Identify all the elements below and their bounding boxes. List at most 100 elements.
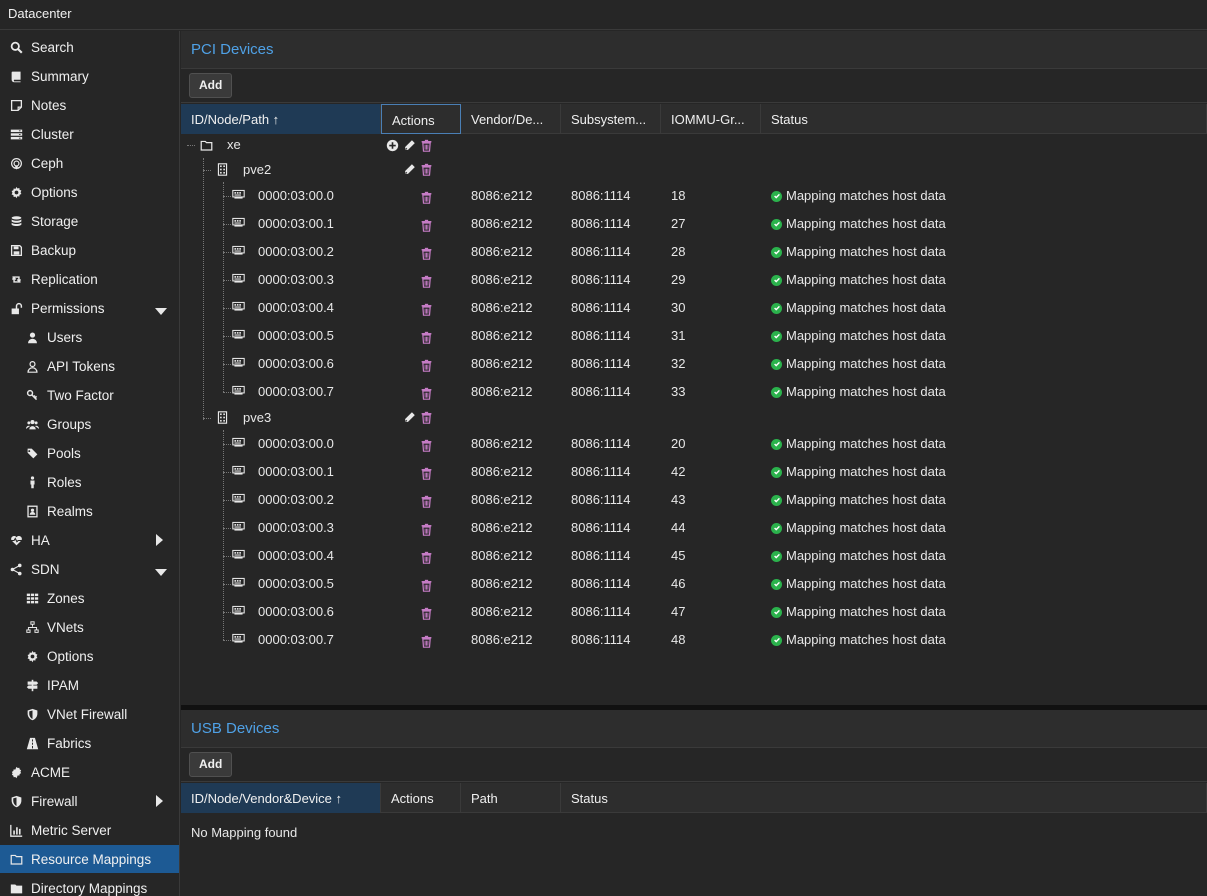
trash-icon[interactable]: [420, 191, 434, 205]
sidebar-item-firewall[interactable]: Firewall: [0, 787, 179, 815]
sidebar-item-notes[interactable]: Notes: [0, 91, 179, 119]
sidebar-item-metric-server[interactable]: Metric Server: [0, 816, 179, 844]
sidebar-item-label: SDN: [31, 561, 60, 577]
sidebar-item-cluster[interactable]: Cluster: [0, 120, 179, 148]
check-circle-icon: [771, 550, 782, 562]
tree-connector: [203, 170, 211, 171]
pci-column-status[interactable]: Status: [761, 104, 1207, 134]
table-row[interactable]: 0000:03:00.0 8086:e212 8086:1114 20 Mapping …: [181, 430, 1207, 458]
pci-add-button[interactable]: Add: [189, 73, 233, 98]
table-row[interactable]: 0000:03:00.1 8086:e212 8086:1114 27 Mapping …: [181, 210, 1207, 238]
sidebar-item-permissions[interactable]: Permissions: [0, 294, 179, 322]
caret-right-icon[interactable]: [156, 534, 164, 549]
sidebar-item-vnets[interactable]: VNets: [0, 613, 179, 641]
subsystem: 8086:1114: [571, 548, 631, 563]
pci-column-subsystem[interactable]: Subsystem...: [561, 104, 661, 134]
trash-icon[interactable]: [420, 579, 434, 593]
usb-column-status[interactable]: Status: [561, 783, 1207, 813]
trash-icon[interactable]: [420, 635, 434, 649]
sidebar-item-options[interactable]: Options: [0, 178, 179, 206]
sidebar-item-ceph[interactable]: Ceph: [0, 149, 179, 177]
sidebar-item-resource-mappings[interactable]: Resource Mappings: [0, 845, 179, 873]
trash-icon[interactable]: [420, 439, 434, 453]
trash-icon[interactable]: [420, 387, 434, 401]
trash-icon[interactable]: [420, 275, 434, 289]
plus-circle-icon[interactable]: [386, 139, 400, 153]
trash-icon[interactable]: [420, 607, 434, 621]
pci-column-iommu-gr[interactable]: IOMMU-Gr...: [661, 104, 761, 134]
pci-column-actions[interactable]: Actions: [381, 104, 461, 134]
status-text: Mapping matches host data: [786, 188, 946, 203]
trash-icon[interactable]: [420, 411, 434, 425]
caret-down-icon[interactable]: [155, 304, 167, 319]
table-row[interactable]: 0000:03:00.3 8086:e212 8086:1114 44 Mapping …: [181, 514, 1207, 542]
sidebar-item-two-factor[interactable]: Two Factor: [0, 381, 179, 409]
trash-icon[interactable]: [420, 495, 434, 509]
sidebar-item-sdn[interactable]: SDN: [0, 555, 179, 583]
sidebar-item-zones[interactable]: Zones: [0, 584, 179, 612]
trash-icon[interactable]: [420, 247, 434, 261]
trash-icon[interactable]: [420, 219, 434, 233]
tree-group-row[interactable]: xe: [181, 132, 1207, 158]
trash-icon[interactable]: [420, 163, 434, 177]
table-row[interactable]: 0000:03:00.6 8086:e212 8086:1114 47 Mapping …: [181, 598, 1207, 626]
table-row[interactable]: 0000:03:00.2 8086:e212 8086:1114 28 Mapping …: [181, 238, 1207, 266]
sidebar-item-acme[interactable]: ACME: [0, 758, 179, 786]
table-row[interactable]: 0000:03:00.4 8086:e212 8086:1114 45 Mapping …: [181, 542, 1207, 570]
trash-icon[interactable]: [420, 551, 434, 565]
pci-column-vendor-de[interactable]: Vendor/De...: [461, 104, 561, 134]
usb-column-actions[interactable]: Actions: [381, 783, 461, 813]
table-row[interactable]: 0000:03:00.0 8086:e212 8086:1114 18 Mapping …: [181, 182, 1207, 210]
pci-card-icon: [232, 188, 246, 202]
table-row[interactable]: 0000:03:00.4 8086:e212 8086:1114 30 Mapping …: [181, 294, 1207, 322]
sidebar-item-groups[interactable]: Groups: [0, 410, 179, 438]
trash-icon[interactable]: [420, 523, 434, 537]
tree-connector: [223, 640, 231, 641]
sidebar-item-pools[interactable]: Pools: [0, 439, 179, 467]
sidebar-item-directory-mappings[interactable]: Directory Mappings: [0, 874, 179, 896]
sidebar-item-backup[interactable]: Backup: [0, 236, 179, 264]
sidebar-item-options[interactable]: Options: [0, 642, 179, 670]
tree-node-row[interactable]: pve3: [181, 406, 1207, 430]
database-icon: [9, 214, 23, 228]
usb-add-button[interactable]: Add: [189, 752, 233, 777]
status-cell: Mapping matches host data: [771, 430, 946, 458]
table-row[interactable]: 0000:03:00.5 8086:e212 8086:1114 31 Mapping …: [181, 322, 1207, 350]
sidebar-item-replication[interactable]: Replication: [0, 265, 179, 293]
table-row[interactable]: 0000:03:00.6 8086:e212 8086:1114 32 Mapping …: [181, 350, 1207, 378]
pci-column-id-node-path[interactable]: ID/Node/Path ↑: [181, 104, 381, 134]
sidebar-item-fabrics[interactable]: Fabrics: [0, 729, 179, 757]
sidebar-item-vnet-firewall[interactable]: VNet Firewall: [0, 700, 179, 728]
table-row[interactable]: 0000:03:00.2 8086:e212 8086:1114 43 Mapping …: [181, 486, 1207, 514]
pci-card-icon: [232, 520, 246, 534]
caret-down-icon[interactable]: [155, 565, 167, 580]
table-row[interactable]: 0000:03:00.5 8086:e212 8086:1114 46 Mapping …: [181, 570, 1207, 598]
status-text: Mapping matches host data: [786, 436, 946, 451]
trash-icon[interactable]: [420, 303, 434, 317]
table-row[interactable]: 0000:03:00.1 8086:e212 8086:1114 42 Mapping …: [181, 458, 1207, 486]
sidebar-item-roles[interactable]: Roles: [0, 468, 179, 496]
sidebar-item-ipam[interactable]: IPAM: [0, 671, 179, 699]
table-row[interactable]: 0000:03:00.7 8086:e212 8086:1114 33 Mapping …: [181, 378, 1207, 406]
pencil-icon[interactable]: [403, 411, 417, 425]
trash-icon[interactable]: [420, 467, 434, 481]
usb-column-path[interactable]: Path: [461, 783, 561, 813]
trash-icon[interactable]: [420, 359, 434, 373]
table-row[interactable]: 0000:03:00.7 8086:e212 8086:1114 48 Mapping …: [181, 626, 1207, 654]
sidebar-item-summary[interactable]: Summary: [0, 62, 179, 90]
device-path: 0000:03:00.4: [258, 300, 334, 315]
sidebar-item-search[interactable]: Search: [0, 33, 179, 61]
sidebar-item-realms[interactable]: Realms: [0, 497, 179, 525]
table-row[interactable]: 0000:03:00.3 8086:e212 8086:1114 29 Mapping …: [181, 266, 1207, 294]
usb-column-id-node-vendor-device[interactable]: ID/Node/Vendor&Device ↑: [181, 783, 381, 813]
sidebar-item-api-tokens[interactable]: API Tokens: [0, 352, 179, 380]
tree-node-row[interactable]: pve2: [181, 158, 1207, 182]
sidebar-item-users[interactable]: Users: [0, 323, 179, 351]
trash-icon[interactable]: [420, 139, 434, 153]
sidebar-item-ha[interactable]: HA: [0, 526, 179, 554]
sidebar-item-storage[interactable]: Storage: [0, 207, 179, 235]
trash-icon[interactable]: [420, 331, 434, 345]
caret-right-icon[interactable]: [156, 795, 164, 810]
pencil-icon[interactable]: [403, 163, 417, 177]
pencil-icon[interactable]: [403, 139, 417, 153]
